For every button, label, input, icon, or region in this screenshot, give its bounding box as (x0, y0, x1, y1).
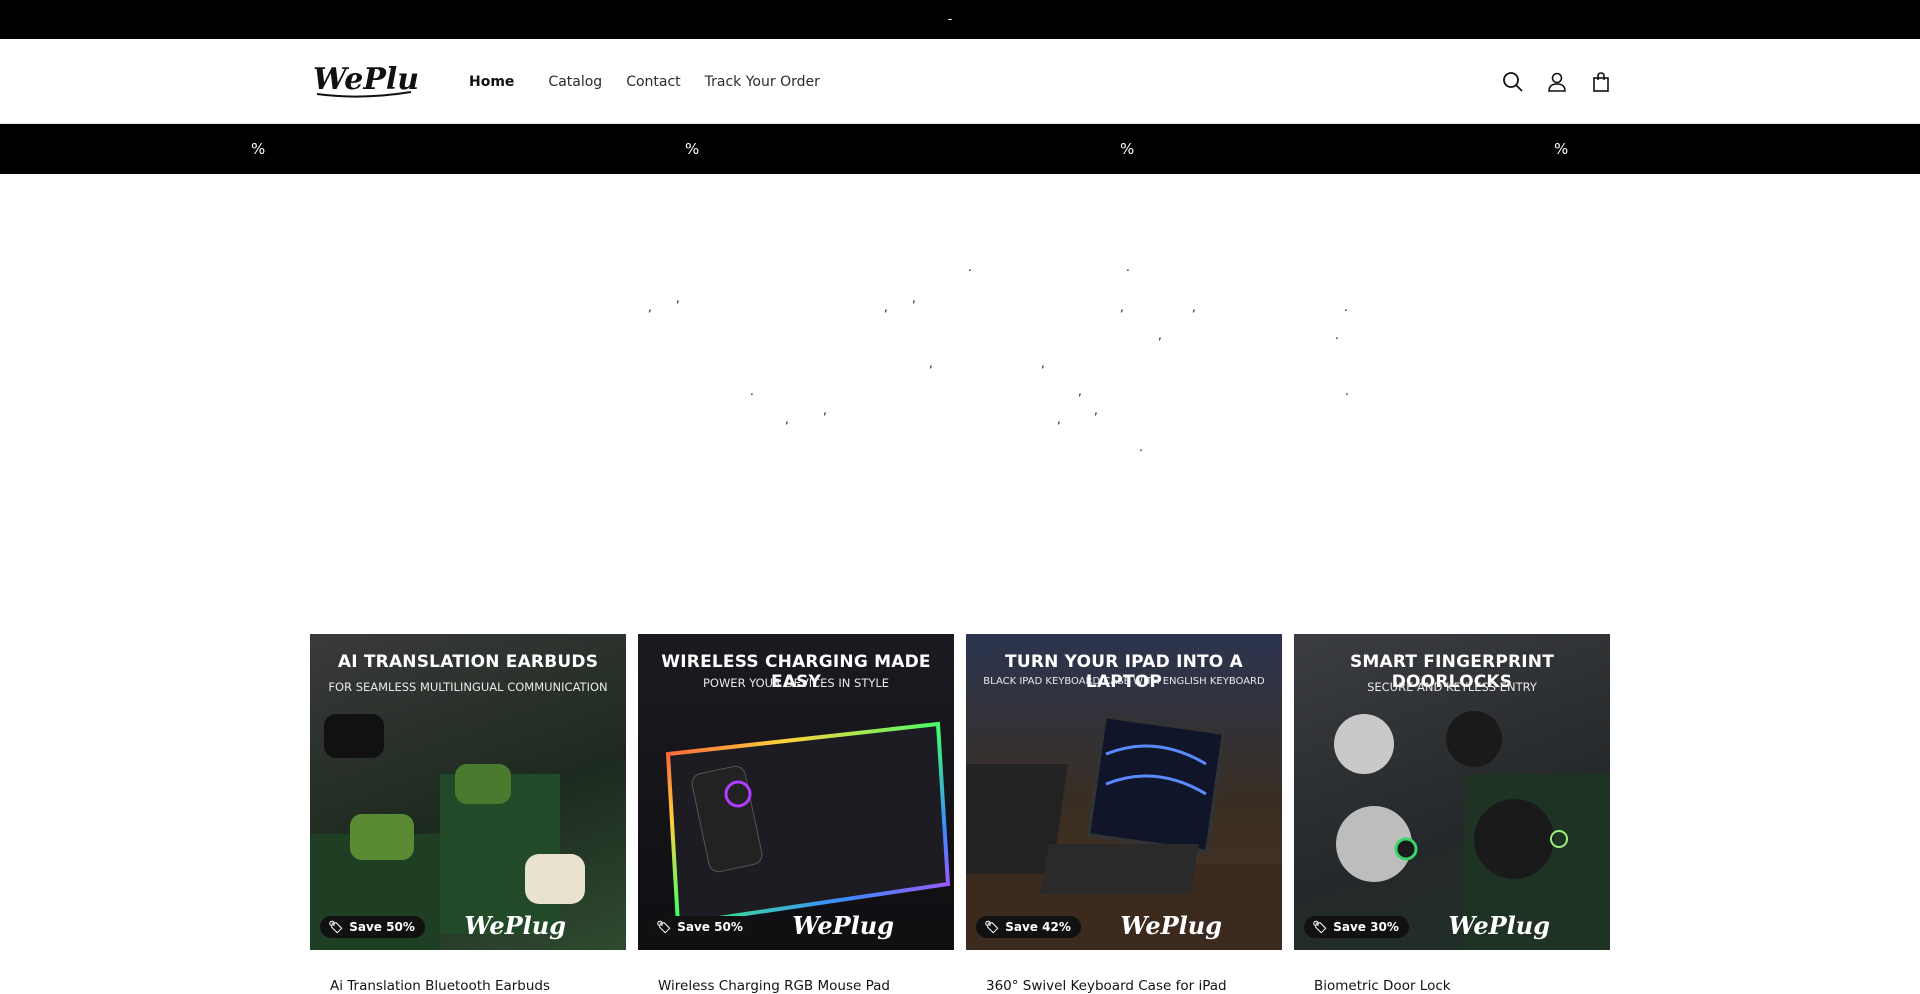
tag-icon: 🏷 (328, 920, 344, 934)
hero-punctuation: . (1139, 440, 1143, 454)
promo-marquee: % % % % (0, 124, 1920, 174)
discount-badge: 🏷 Save 42% (976, 916, 1081, 938)
brand-watermark: WePlug (1120, 911, 1222, 940)
header-icons (1502, 39, 1612, 124)
search-icon[interactable] (1502, 71, 1524, 93)
hero-punctuation: , (1158, 328, 1162, 342)
hero-punctuation: . (1344, 300, 1348, 314)
product-title[interactable]: 360° Swivel Keyboard Case for iPad (966, 978, 1282, 994)
svg-text:WePlug: WePlug (313, 62, 419, 97)
marquee-item: % (685, 140, 700, 158)
brand-watermark: WePlug (1448, 911, 1550, 940)
product-card[interactable]: TURN YOUR IPAD INTO A LAPTOP BLACK IPAD … (966, 634, 1282, 994)
marquee-item: % (1120, 140, 1135, 158)
product-title[interactable]: Ai Translation Bluetooth Earbuds (310, 978, 626, 994)
hero-punctuation: , (929, 356, 933, 370)
site-logo[interactable]: WePlug (311, 59, 440, 101)
product-card[interactable]: AI TRANSLATION EARBUDS FOR SEAMLESS MULT… (310, 634, 626, 994)
product-card[interactable]: WIRELESS CHARGING MADE EASY POWER YOUR D… (638, 634, 954, 994)
brand-watermark: WePlug (464, 911, 566, 940)
hero-punctuation: . (1126, 260, 1130, 274)
announcement-text: - (947, 12, 953, 27)
weplug-logo-icon: WePlug (313, 62, 440, 98)
doorlock-illustration-icon (1334, 711, 1610, 950)
earbuds-illustration-icon (310, 714, 585, 950)
hero-punctuation: . (1345, 384, 1349, 398)
nav-contact[interactable]: Contact (626, 74, 680, 90)
hero-punctuation: , (912, 291, 916, 305)
hero-punctuation: , (884, 300, 888, 314)
hero-text-block: . . , , , , , , . , . , , . , . , , , , … (0, 174, 1920, 622)
hero-punctuation: . (968, 260, 972, 274)
hero-punctuation: , (1192, 300, 1196, 314)
product-image[interactable]: AI TRANSLATION EARBUDS FOR SEAMLESS MULT… (310, 634, 626, 950)
product-card[interactable]: SMART FINGERPRINT DOORLOCKS SECURE AND K… (1294, 634, 1610, 994)
tag-icon: 🏷 (1312, 920, 1328, 934)
product-title[interactable]: Wireless Charging RGB Mouse Pad (638, 978, 954, 994)
marquee-item: % (251, 140, 266, 158)
hero-punctuation: , (648, 300, 652, 314)
hero-punctuation: , (676, 291, 680, 305)
product-image[interactable]: SMART FINGERPRINT DOORLOCKS SECURE AND K… (1294, 634, 1610, 950)
product-image[interactable]: WIRELESS CHARGING MADE EASY POWER YOUR D… (638, 634, 954, 950)
marquee-item: % (1554, 140, 1569, 158)
tag-icon: 🏷 (656, 920, 672, 934)
discount-badge: 🏷 Save 30% (1304, 916, 1409, 938)
hero-punctuation: . (1335, 328, 1339, 342)
nav-home[interactable]: Home (469, 74, 514, 90)
nav-track-order[interactable]: Track Your Order (705, 74, 820, 90)
tag-icon: 🏷 (984, 920, 1000, 934)
brand-watermark: WePlug (792, 911, 894, 940)
hero-punctuation: , (1057, 412, 1061, 426)
product-title[interactable]: Biometric Door Lock (1294, 978, 1610, 994)
hero-punctuation: , (1078, 384, 1082, 398)
announcement-bar: - (0, 0, 1920, 39)
discount-badge: 🏷 Save 50% (320, 916, 425, 938)
nav-catalog[interactable]: Catalog (548, 74, 602, 90)
discount-badge: 🏷 Save 50% (648, 916, 753, 938)
main-nav: Home Catalog Contact Track Your Order (469, 39, 844, 124)
mousepad-illustration-icon (665, 721, 951, 927)
hero-punctuation: , (1041, 356, 1045, 370)
product-grid: AI TRANSLATION EARBUDS FOR SEAMLESS MULT… (310, 634, 1610, 994)
hero-punctuation: , (785, 412, 789, 426)
ipad-case-illustration-icon (966, 713, 1282, 950)
cart-icon[interactable] (1590, 71, 1612, 93)
hero-punctuation: . (750, 384, 754, 398)
product-image[interactable]: TURN YOUR IPAD INTO A LAPTOP BLACK IPAD … (966, 634, 1282, 950)
hero-punctuation: , (1094, 403, 1098, 417)
hero-punctuation: , (1120, 300, 1124, 314)
account-icon[interactable] (1546, 71, 1568, 93)
site-header: WePlug Home Catalog Contact Track Your O… (0, 39, 1920, 124)
hero-punctuation: , (823, 403, 827, 417)
